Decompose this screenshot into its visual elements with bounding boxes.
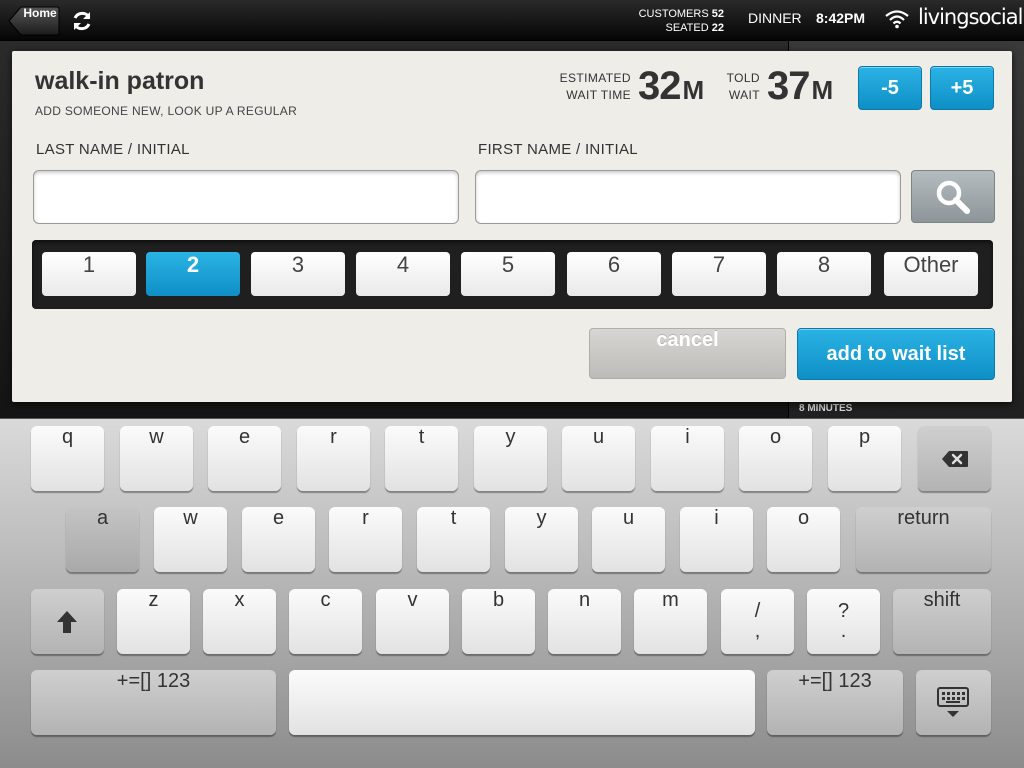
home-label: Home [23,6,57,20]
party-size-6[interactable]: 6 [567,252,661,296]
key-question-label: ?. [807,589,880,641]
increase-wait-button[interactable]: +5 [930,66,994,110]
key-u[interactable]: u [562,426,635,491]
told-label-line2: WAIT [728,88,760,102]
told-wait-number: 37 [767,64,810,108]
seated-label: SEATED [665,22,709,34]
on-screen-keyboard: q w e r t y u i o p a w e r t y u i o re… [0,418,1024,768]
key-c[interactable]: c [289,589,362,654]
key-z[interactable]: z [117,589,190,654]
key-m[interactable]: m [634,589,707,654]
told-label-line1: TOLD [726,71,760,85]
key-b[interactable]: b [462,589,535,654]
search-button[interactable] [911,170,995,223]
party-size-2[interactable]: 2 [146,252,240,296]
party-size-5[interactable]: 5 [461,252,555,296]
key-question-period[interactable]: ?. [807,589,880,654]
key-i-row2[interactable]: i [680,507,753,572]
party-size-other[interactable]: Other [884,252,978,296]
party-size-7[interactable]: 7 [672,252,766,296]
space-key[interactable] [289,670,755,735]
key-slash-label: /, [721,589,794,641]
key-t-row2[interactable]: t [417,507,490,572]
search-icon [936,180,970,214]
estimated-wait-value: 32M [638,64,705,109]
told-wait-value: 37M [767,64,834,109]
service-period: DINNER [748,10,802,26]
customer-counts: CUSTOMERS 52 SEATED 22 [600,7,724,35]
key-n[interactable]: n [548,589,621,654]
party-size-1[interactable]: 1 [42,252,136,296]
key-o-row2[interactable]: o [767,507,840,572]
shift-key-right[interactable]: shift [893,589,991,654]
key-x[interactable]: x [203,589,276,654]
key-i[interactable]: i [651,426,724,491]
key-question-bottom: . [840,620,847,642]
key-o[interactable]: o [739,426,812,491]
add-to-wait-list-button[interactable]: add to wait list [797,328,995,380]
estimated-label-line2: WAIT TIME [566,88,631,102]
backspace-key[interactable] [918,426,991,491]
key-w[interactable]: w [120,426,193,491]
last-name-label: LAST NAME / INITIAL [36,141,190,158]
key-question-top: ? [837,600,850,622]
estimated-wait-label: ESTIMATED WAIT TIME [544,70,631,104]
key-r[interactable]: r [297,426,370,491]
key-slash-top: / [754,600,761,622]
top-bar: Home CUSTOMERS 52 SEATED 22 DINNER 8:42P… [0,0,1024,41]
last-name-input[interactable] [33,170,459,224]
hide-keyboard-icon [937,687,969,717]
key-r-row2[interactable]: r [329,507,402,572]
numbers-key-right[interactable]: +=[] 123 [767,670,903,735]
estimated-wait-number: 32 [638,64,681,108]
party-size-4[interactable]: 4 [356,252,450,296]
background-minutes-label: 8 MINUTES [799,403,853,414]
wifi-icon [885,10,909,29]
customers-count: 52 [711,8,724,20]
key-a[interactable]: a [66,507,139,572]
numbers-key-left[interactable]: +=[] 123 [31,670,276,735]
cancel-button[interactable]: cancel [589,328,786,379]
key-w-row2[interactable]: w [154,507,227,572]
dialog-title: walk-in patron [35,67,205,95]
key-e[interactable]: e [208,426,281,491]
party-size-3[interactable]: 3 [251,252,345,296]
key-p[interactable]: p [828,426,901,491]
key-q[interactable]: q [31,426,104,491]
told-wait-label: TOLD WAIT [720,70,760,104]
first-name-input[interactable] [475,170,901,224]
key-slash-bottom: , [754,620,761,642]
key-y[interactable]: y [474,426,547,491]
key-slash-comma[interactable]: /, [721,589,794,654]
home-button[interactable]: Home [8,6,60,36]
key-v[interactable]: v [376,589,449,654]
estimated-label-line1: ESTIMATED [559,71,631,85]
first-name-label: FIRST NAME / INITIAL [478,141,638,158]
customers-label: CUSTOMERS [638,8,709,20]
key-u-row2[interactable]: u [592,507,665,572]
told-wait-unit: M [811,75,834,105]
clock: 8:42PM [816,10,866,26]
key-t[interactable]: t [385,426,458,491]
seated-count: 22 [711,22,724,34]
hide-keyboard-key[interactable] [916,670,991,735]
shift-arrow-icon [57,611,77,633]
party-size-selector: 1 2 3 4 5 6 7 8 Other [32,240,993,309]
backspace-icon [942,451,968,467]
party-size-8[interactable]: 8 [777,252,871,296]
shift-key-left[interactable] [31,589,104,654]
walk-in-dialog: walk-in patron ADD SOMEONE NEW, LOOK UP … [12,51,1012,402]
refresh-icon[interactable] [70,9,94,33]
return-key[interactable]: return [856,507,991,572]
dialog-subtitle: ADD SOMEONE NEW, LOOK UP A REGULAR [35,104,298,118]
key-y-row2[interactable]: y [505,507,578,572]
decrease-wait-button[interactable]: -5 [858,66,922,110]
key-e-row2[interactable]: e [242,507,315,572]
brand-logo: livingsocial [918,5,1023,29]
estimated-wait-unit: M [682,75,705,105]
